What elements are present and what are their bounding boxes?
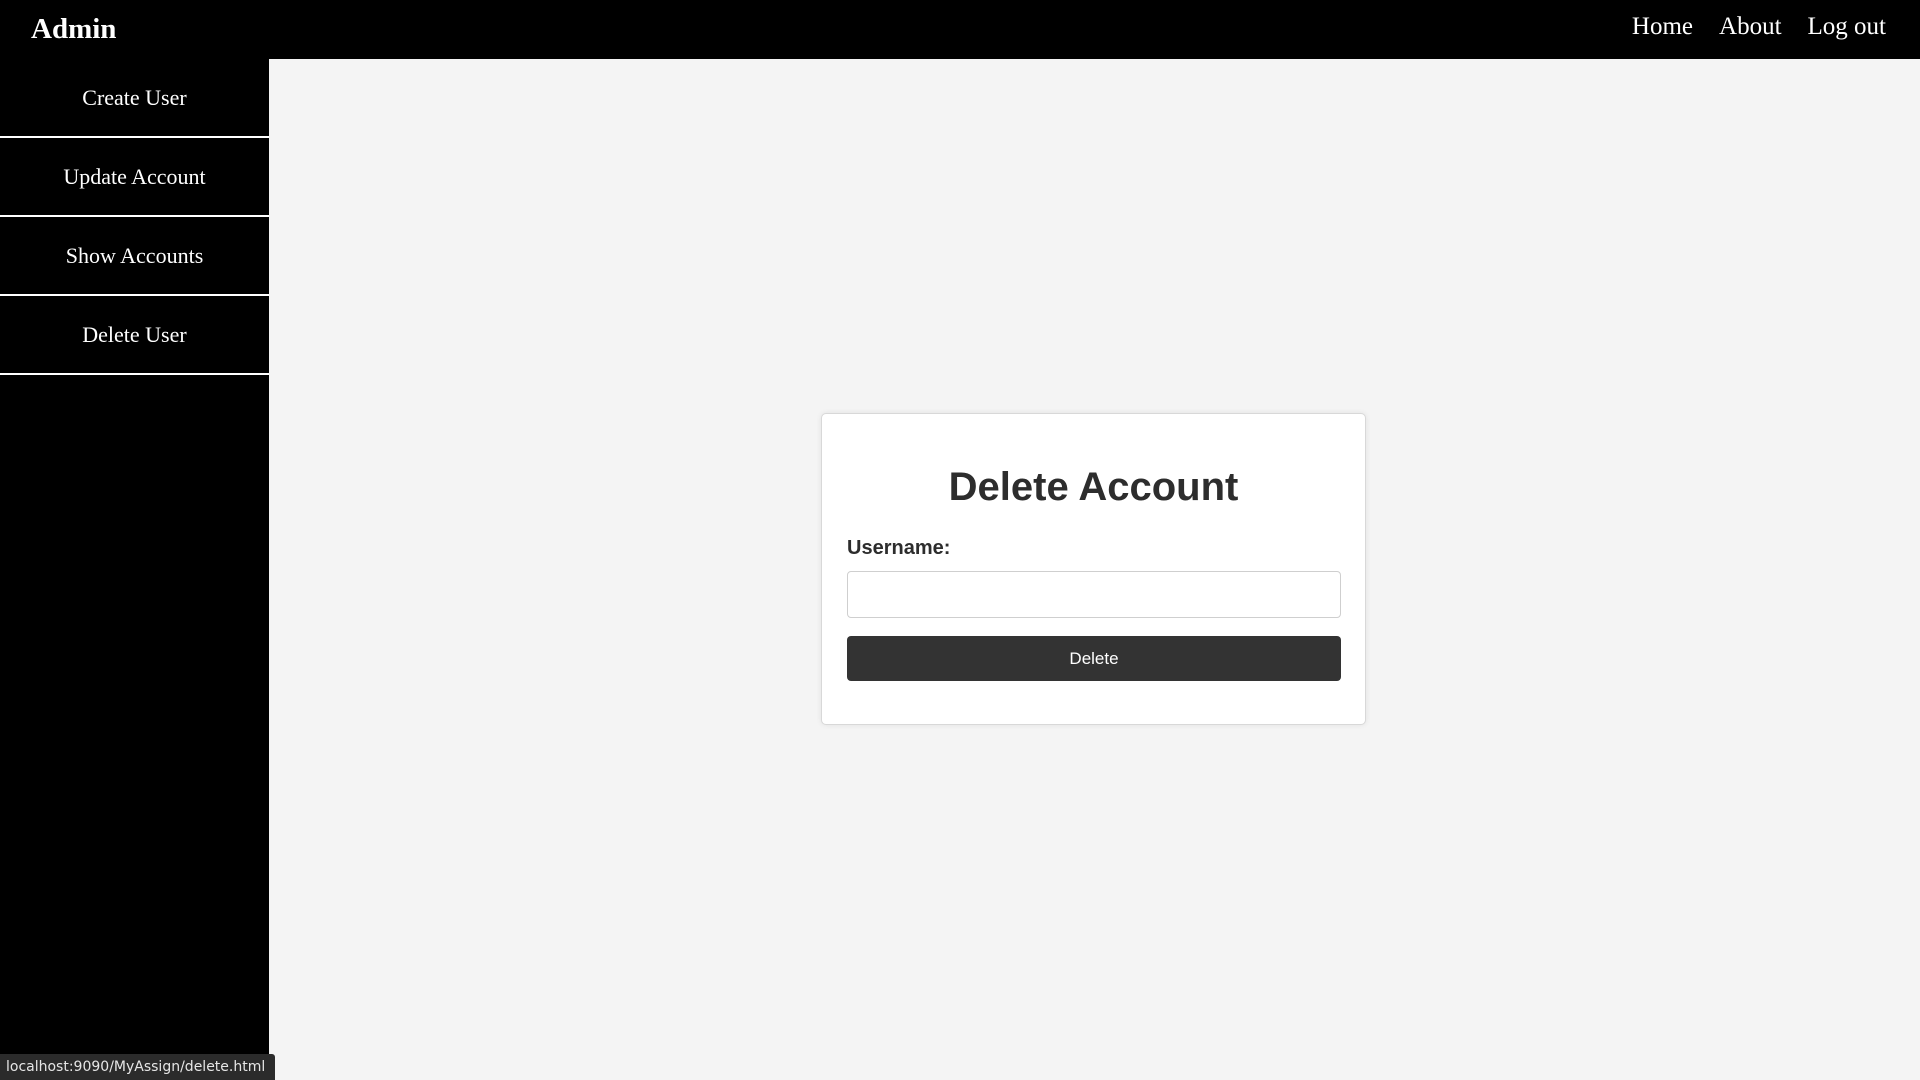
top-nav: Home About Log out — [1632, 10, 1886, 44]
sidebar-item-delete-user[interactable]: Delete User — [0, 296, 269, 375]
top-navbar: Admin Home About Log out — [0, 0, 1920, 59]
brand-title: Admin — [31, 13, 117, 45]
sidebar-item-show-accounts[interactable]: Show Accounts — [0, 217, 269, 296]
username-input[interactable] — [847, 571, 1341, 618]
nav-link-about[interactable]: About — [1719, 10, 1782, 44]
delete-button[interactable]: Delete — [847, 636, 1341, 681]
nav-link-logout[interactable]: Log out — [1808, 10, 1886, 44]
form-title: Delete Account — [948, 465, 1239, 509]
status-bar-url: localhost:9090/MyAssign/delete.html — [0, 1054, 276, 1080]
sidebar: Create User Update Account Show Accounts… — [0, 59, 269, 1080]
main-content: Delete Account Username: Delete — [269, 59, 1920, 1080]
sidebar-item-create-user[interactable]: Create User — [0, 59, 269, 138]
delete-account-card: Delete Account Username: Delete — [821, 413, 1366, 725]
sidebar-item-update-account[interactable]: Update Account — [0, 138, 269, 217]
username-label: Username: — [847, 537, 951, 559]
nav-link-home[interactable]: Home — [1632, 10, 1693, 44]
